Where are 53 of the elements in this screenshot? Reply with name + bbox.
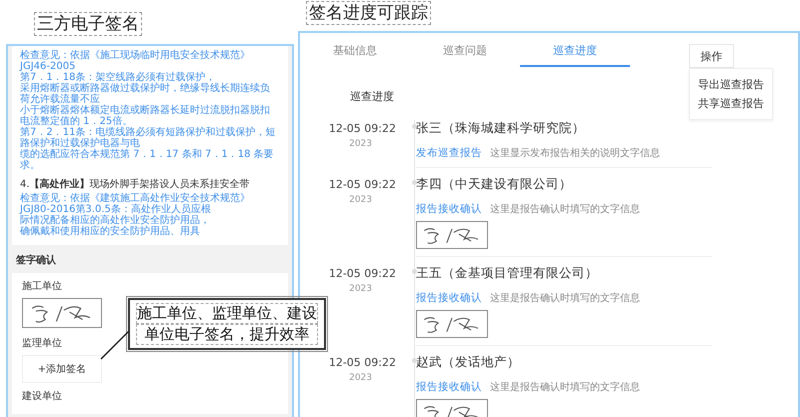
- tab[interactable]: 巡查进度: [520, 33, 630, 67]
- leader-line: [100, 330, 130, 360]
- entry-note: 这里显示发布报告相关的说明文字信息: [490, 148, 660, 159]
- progress-heading: 巡查进度: [350, 89, 394, 104]
- timeline-year: 2023: [348, 195, 373, 205]
- entry-note: 这里是报告确认时填写的文字信息: [490, 293, 640, 304]
- callout-text: 单位电子签名，提升效率: [136, 324, 318, 345]
- inspection-text: 缆的选配应符合本规范第 7．1．17 条和 7．1．18 条要: [20, 149, 275, 160]
- inspection-text: JGJ80-2016第3.0.5条：高处作业人员应根: [20, 204, 212, 215]
- entry-note: 这里是报告确认时填写的文字信息: [490, 382, 640, 393]
- action-link[interactable]: 报告接收确认: [416, 292, 482, 304]
- entry-name: 王五（金基项目管理有限公司）: [416, 265, 599, 282]
- inspection-text: 采用熔断器或断路器做过载保护时，绝缘导线长期连续负: [20, 83, 271, 94]
- inspection-text: 路保护和过载保护电器与电: [20, 138, 141, 149]
- timeline-year: 2023: [348, 284, 373, 294]
- inspection-text: 第7．1．18条：架空线路必须有过载保护，: [20, 72, 216, 83]
- inspection-text: JGJ46-2005: [20, 61, 76, 72]
- entry-note: 这里是报告确认时填写的文字信息: [490, 204, 640, 215]
- issue-title: 4.【高处作业】现场外脚手架搭设人员未系挂安全带: [20, 179, 251, 191]
- party-label: 建设单位: [22, 390, 62, 403]
- timeline-year: 2023: [348, 139, 373, 149]
- action-button[interactable]: 操作: [689, 44, 734, 68]
- timeline-time: 12-05 09:22: [328, 122, 396, 135]
- timeline-time: 12-05 09:22: [328, 178, 396, 191]
- entry-name: 张三（珠海城建科学研究院）: [416, 120, 586, 137]
- tab[interactable]: 基础信息: [300, 33, 410, 67]
- menu-item[interactable]: 共享巡查报告: [690, 94, 772, 113]
- party-label: 施工单位: [22, 280, 62, 293]
- inspection-text: 第7．2．11条：电缆线路必须有短路保护和过载保护，短: [20, 127, 276, 138]
- inspection-text: 检查意见：依据《施工现场临时用电安全技术规范》: [20, 50, 251, 61]
- timeline-time: 12-05 09:22: [328, 267, 396, 280]
- inspection-text: 检查意见：依据《建筑施工高处作业安全技术规范》: [20, 193, 251, 204]
- inspection-text: 荷允许载流量不应: [20, 94, 100, 105]
- section-title: 三方电子签名: [34, 12, 142, 36]
- inspection-text: 求。: [20, 160, 41, 171]
- party-label: 监理单位: [22, 336, 62, 350]
- section-title: 签名进度可跟踪: [306, 1, 431, 25]
- inspection-text: 际情况配备相应的高处作业安全防护用品，: [20, 215, 211, 226]
- callout-text: 施工单位、监理单位、建设: [136, 303, 318, 324]
- tab[interactable]: 巡查问题: [410, 33, 520, 67]
- action-link[interactable]: 报告接收确认: [416, 381, 482, 393]
- action-link[interactable]: 报告接收确认: [416, 203, 482, 215]
- entry-name: 赵武（发话地产）: [416, 354, 521, 371]
- inspection-text: 确佩戴和使用相应的安全防护用品、用具: [20, 226, 201, 237]
- section-label: 签字确认: [15, 253, 57, 268]
- timeline-year: 2023: [348, 373, 373, 383]
- entry-name: 李四（中天建设有限公司）: [416, 176, 573, 193]
- action-link[interactable]: 发布巡查报告: [416, 147, 482, 159]
- inspection-text: 小于熔断器熔体额定电流或断路器长延时过流脱扣器脱扣: [20, 105, 271, 116]
- add-signature-button[interactable]: +添加签名: [22, 355, 102, 383]
- timeline-time: 12-05 09:22: [328, 356, 396, 369]
- menu-item[interactable]: 导出巡查报告: [690, 75, 772, 94]
- inspection-text: 电流整定值的 1．25倍。: [20, 116, 134, 127]
